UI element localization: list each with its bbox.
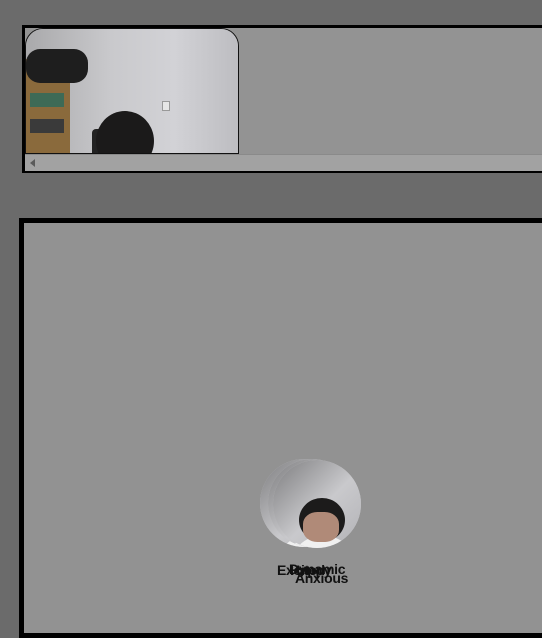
video-bag xyxy=(26,49,88,83)
horizontal-scrollbar[interactable] xyxy=(25,154,542,171)
participants-strip xyxy=(22,25,542,173)
participant-video-tile[interactable] xyxy=(25,28,239,154)
video-outlet xyxy=(162,101,170,111)
emotion-label: Anxious xyxy=(295,570,349,586)
main-panel: Excited Dynamic Happy Anxious xyxy=(19,218,542,638)
participant-avatar-icon[interactable] xyxy=(273,460,361,548)
scroll-left-arrow-icon[interactable] xyxy=(30,159,35,167)
